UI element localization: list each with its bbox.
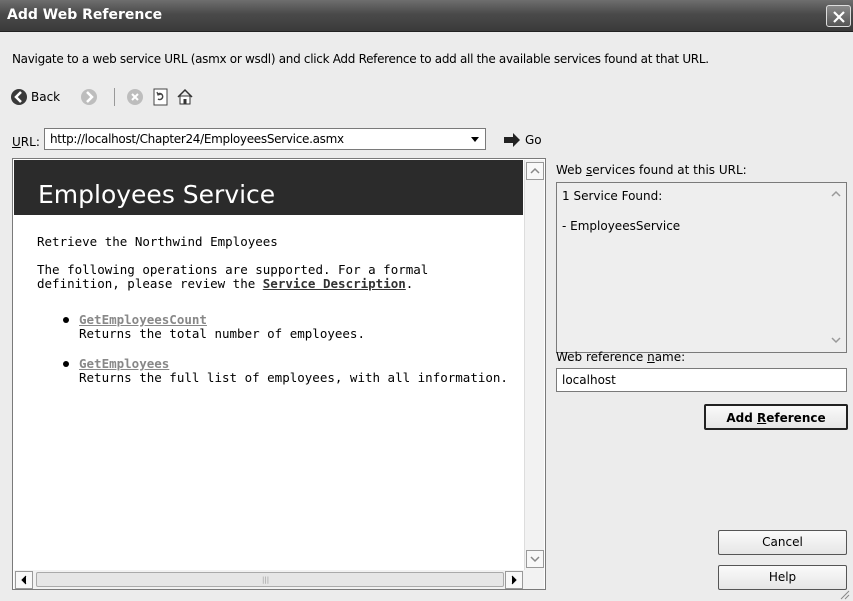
- service-description: Retrieve the Northwind Employees: [37, 234, 278, 249]
- home-icon: [177, 88, 193, 105]
- operations-intro: The following operations are supported. …: [37, 262, 429, 291]
- chevron-up-icon: [831, 190, 841, 197]
- chevron-left-icon: [21, 575, 27, 585]
- operation-desc: Returns the full list of employees, with…: [79, 370, 508, 385]
- service-title: Employees Service: [38, 180, 276, 209]
- services-found-list[interactable]: 1 Service Found: - EmployeesService: [556, 182, 847, 353]
- refresh-button[interactable]: [152, 85, 170, 109]
- chevron-right-icon: [511, 575, 517, 585]
- title-bar: Add Web Reference: [0, 0, 853, 32]
- grip-icon: |||: [262, 576, 270, 584]
- horizontal-scroll-thumb[interactable]: |||: [36, 572, 504, 587]
- service-description-link[interactable]: Service Description: [263, 276, 406, 291]
- url-label: URL:: [12, 135, 40, 149]
- chevron-down-icon: [530, 556, 540, 563]
- resize-grip-icon[interactable]: [838, 588, 850, 600]
- toolbar-separator: [114, 88, 115, 106]
- services-found-count: 1 Service Found:: [562, 189, 663, 203]
- back-label: Back: [31, 90, 61, 104]
- close-button[interactable]: [826, 5, 851, 27]
- bullet: [63, 361, 69, 367]
- service-doc: Retrieve the Northwind Employees The fol…: [37, 235, 517, 401]
- services-found-label: Web services found at this URL:: [556, 163, 747, 177]
- operation-item: GetEmployeesCount Returns the total numb…: [37, 313, 517, 341]
- instructions-text: Navigate to a web service URL (asmx or w…: [12, 52, 709, 66]
- service-browser: Employees Service Retrieve the Northwind…: [12, 158, 546, 590]
- service-header: Employees Service: [14, 160, 523, 215]
- operation-item: GetEmployees Returns the full list of em…: [37, 357, 517, 385]
- bullet: [63, 317, 69, 323]
- reference-name-value[interactable]: localhost: [562, 373, 616, 387]
- horizontal-scrollbar[interactable]: |||: [14, 570, 544, 589]
- scroll-down-button[interactable]: [526, 550, 544, 568]
- help-button[interactable]: Help: [718, 565, 847, 590]
- stop-icon: [127, 89, 143, 105]
- refresh-icon: [153, 88, 168, 106]
- back-icon: [11, 89, 27, 105]
- cancel-button[interactable]: Cancel: [718, 530, 847, 555]
- scroll-left-button[interactable]: [15, 571, 33, 589]
- back-button[interactable]: Back: [10, 85, 60, 109]
- url-dropdown-button[interactable]: [466, 130, 484, 148]
- chevron-down-icon: [831, 337, 841, 344]
- close-icon: [833, 11, 845, 23]
- chevron-up-icon: [530, 167, 540, 174]
- go-icon: [504, 133, 520, 147]
- go-label: Go: [525, 133, 542, 147]
- reference-name-label: Web reference name:: [556, 350, 686, 364]
- home-button[interactable]: [176, 85, 194, 109]
- add-reference-button[interactable]: Add Reference: [704, 404, 848, 430]
- go-button[interactable]: Go: [503, 130, 542, 150]
- reference-name-input[interactable]: localhost: [556, 368, 847, 392]
- operation-link[interactable]: GetEmployeesCount: [79, 312, 207, 327]
- chevron-down-icon: [471, 137, 479, 142]
- forward-icon: [81, 89, 97, 105]
- url-value[interactable]: http://localhost/Chapter24/EmployeesServ…: [50, 132, 344, 146]
- url-combobox[interactable]: http://localhost/Chapter24/EmployeesServ…: [44, 128, 486, 150]
- window-title: Add Web Reference: [7, 7, 163, 23]
- service-list-item[interactable]: - EmployeesService: [562, 219, 680, 233]
- operation-link[interactable]: GetEmployees: [79, 356, 169, 371]
- vertical-scrollbar[interactable]: [524, 160, 544, 570]
- stop-button[interactable]: [126, 85, 144, 109]
- operation-desc: Returns the total number of employees.: [79, 326, 365, 341]
- forward-button[interactable]: [80, 85, 98, 109]
- services-list-scrollbar[interactable]: [827, 184, 846, 351]
- scroll-up-button[interactable]: [526, 162, 544, 180]
- scroll-right-button[interactable]: [505, 571, 523, 589]
